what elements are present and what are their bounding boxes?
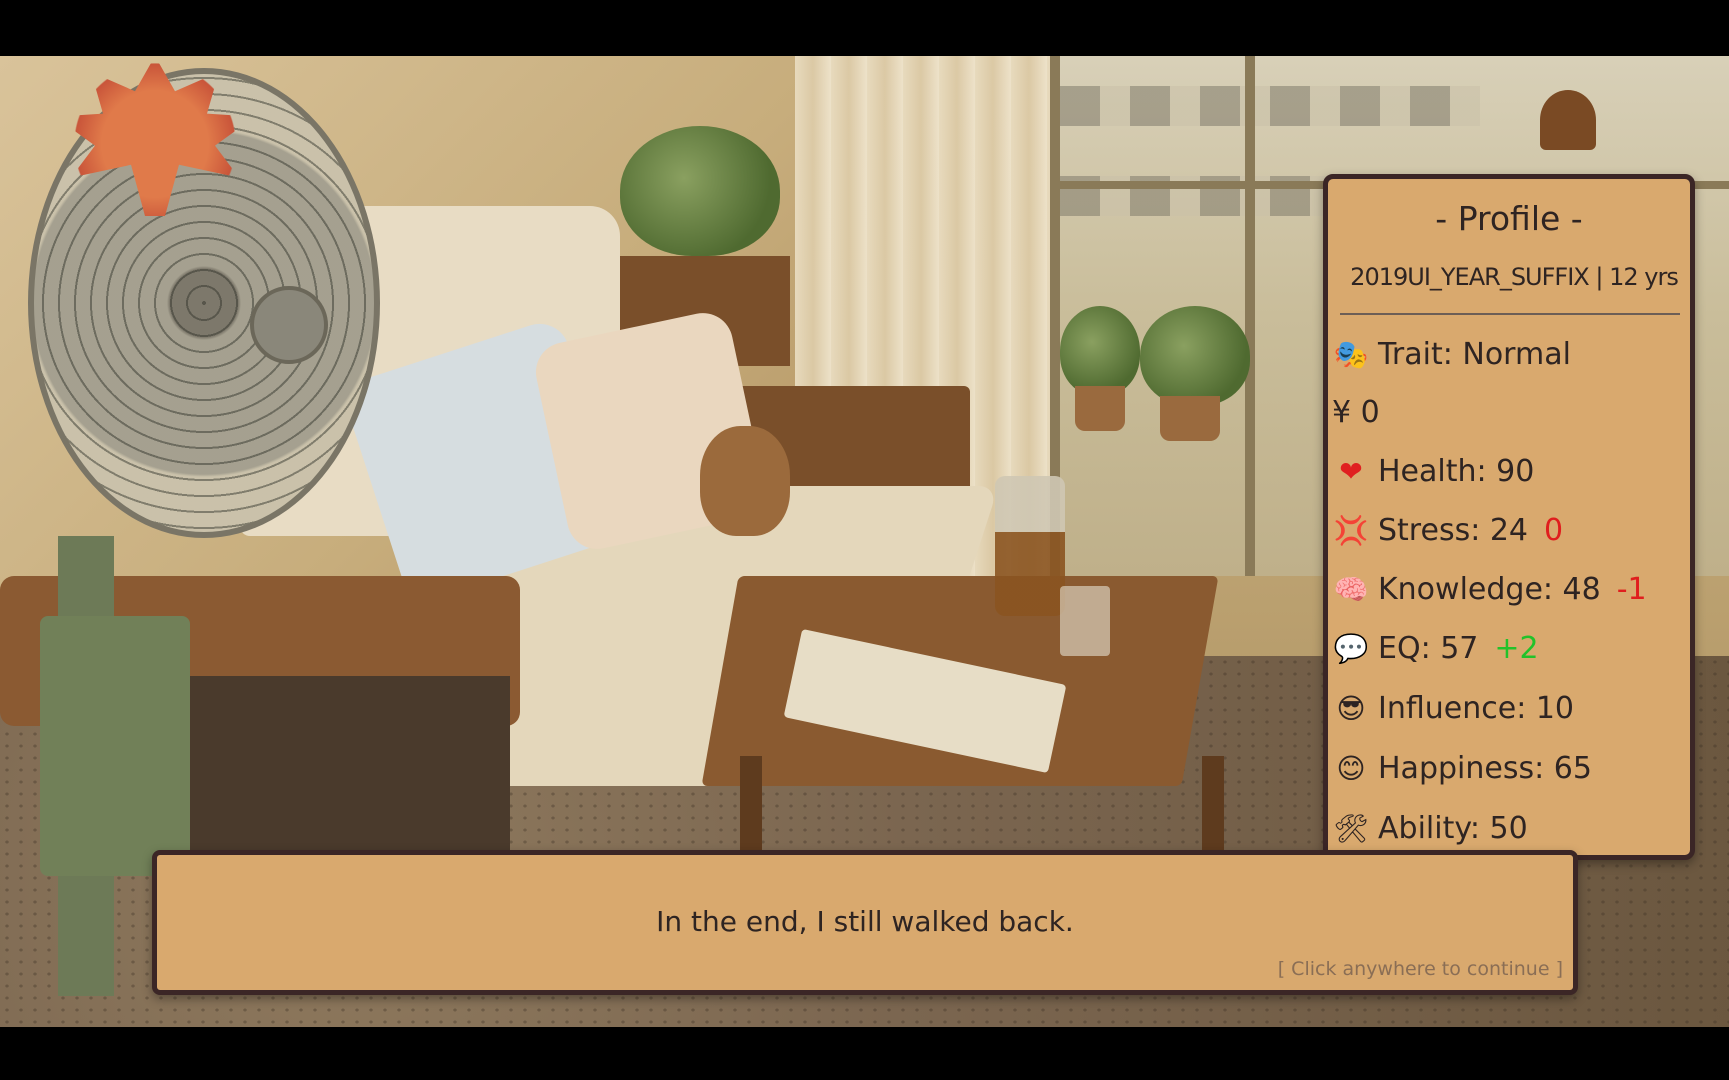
window-frame — [1245, 56, 1255, 576]
letterbox-top — [0, 0, 1729, 56]
profile-title: - Profile - — [1435, 199, 1583, 238]
stat-delta: +2 — [1494, 630, 1539, 666]
potted-plant — [620, 126, 780, 256]
profile-panel: - Profile - 2019UI_YEAR_SUFFIX | 12 yrs … — [1323, 174, 1695, 860]
stat-label: Ability: 50 — [1378, 810, 1528, 846]
stat-health: ❤ Health: 90 — [1332, 451, 1534, 491]
stat-knowledge: 🧠 Knowledge: 48 -1 — [1332, 569, 1647, 609]
brain-icon: 🧠 — [1333, 572, 1369, 606]
stat-label: Happiness: 65 — [1378, 750, 1592, 786]
anger-icon: 💢 — [1333, 513, 1369, 547]
stat-delta: 0 — [1544, 512, 1564, 548]
potted-plant — [1140, 306, 1250, 406]
glass — [1060, 586, 1110, 656]
speech-bubble-icon: 💬 — [1333, 631, 1369, 665]
stat-delta: -1 — [1616, 571, 1647, 607]
stat-label: Influence: 10 — [1378, 690, 1575, 726]
plant-pot — [1075, 386, 1125, 431]
teddy-bear — [700, 426, 790, 536]
fan-hub — [250, 286, 328, 364]
masks-icon: 🎭 — [1333, 337, 1369, 371]
stat-money: ¥ 0 — [1332, 392, 1380, 432]
potted-plant — [1060, 306, 1140, 396]
letterbox-bottom — [0, 1027, 1729, 1080]
profile-subtitle: 2019UI_YEAR_SUFFIX | 12 yrs — [1350, 263, 1679, 291]
smile-face-icon: 😊 — [1336, 751, 1366, 785]
stat-ability: 🛠 Ability: 50 — [1332, 808, 1528, 848]
stat-stress: 💢 Stress: 24 0 — [1332, 510, 1564, 550]
stat-label: Health: 90 — [1378, 453, 1535, 489]
stat-label: Trait: Normal — [1378, 336, 1571, 372]
dialog-box[interactable]: In the end, I still walked back. [ Click… — [152, 850, 1578, 995]
tea-jar — [995, 476, 1065, 616]
stat-label: Knowledge: 48 — [1378, 571, 1601, 607]
dialog-text: In the end, I still walked back. — [656, 905, 1074, 938]
stat-influence: 😎 Influence: 10 — [1332, 688, 1574, 728]
building-windows — [1060, 86, 1480, 126]
clock-icon — [1540, 90, 1596, 150]
tools-icon: 🛠 — [1333, 811, 1369, 845]
stat-trait: 🎭 Trait: Normal — [1332, 334, 1571, 374]
plant-pot — [1160, 396, 1220, 441]
stat-label: ¥ 0 — [1332, 394, 1380, 430]
stat-label: EQ: 57 — [1378, 630, 1479, 666]
divider — [1340, 313, 1680, 315]
heart-icon: ❤ — [1339, 454, 1363, 488]
fan-base — [40, 616, 190, 876]
stat-label: Stress: 24 — [1378, 512, 1529, 548]
sunglasses-face-icon: 😎 — [1336, 691, 1366, 725]
stat-happiness: 😊 Happiness: 65 — [1332, 748, 1592, 788]
stat-eq: 💬 EQ: 57 +2 — [1332, 628, 1539, 668]
continue-hint: [ Click anywhere to continue ] — [1277, 958, 1563, 980]
